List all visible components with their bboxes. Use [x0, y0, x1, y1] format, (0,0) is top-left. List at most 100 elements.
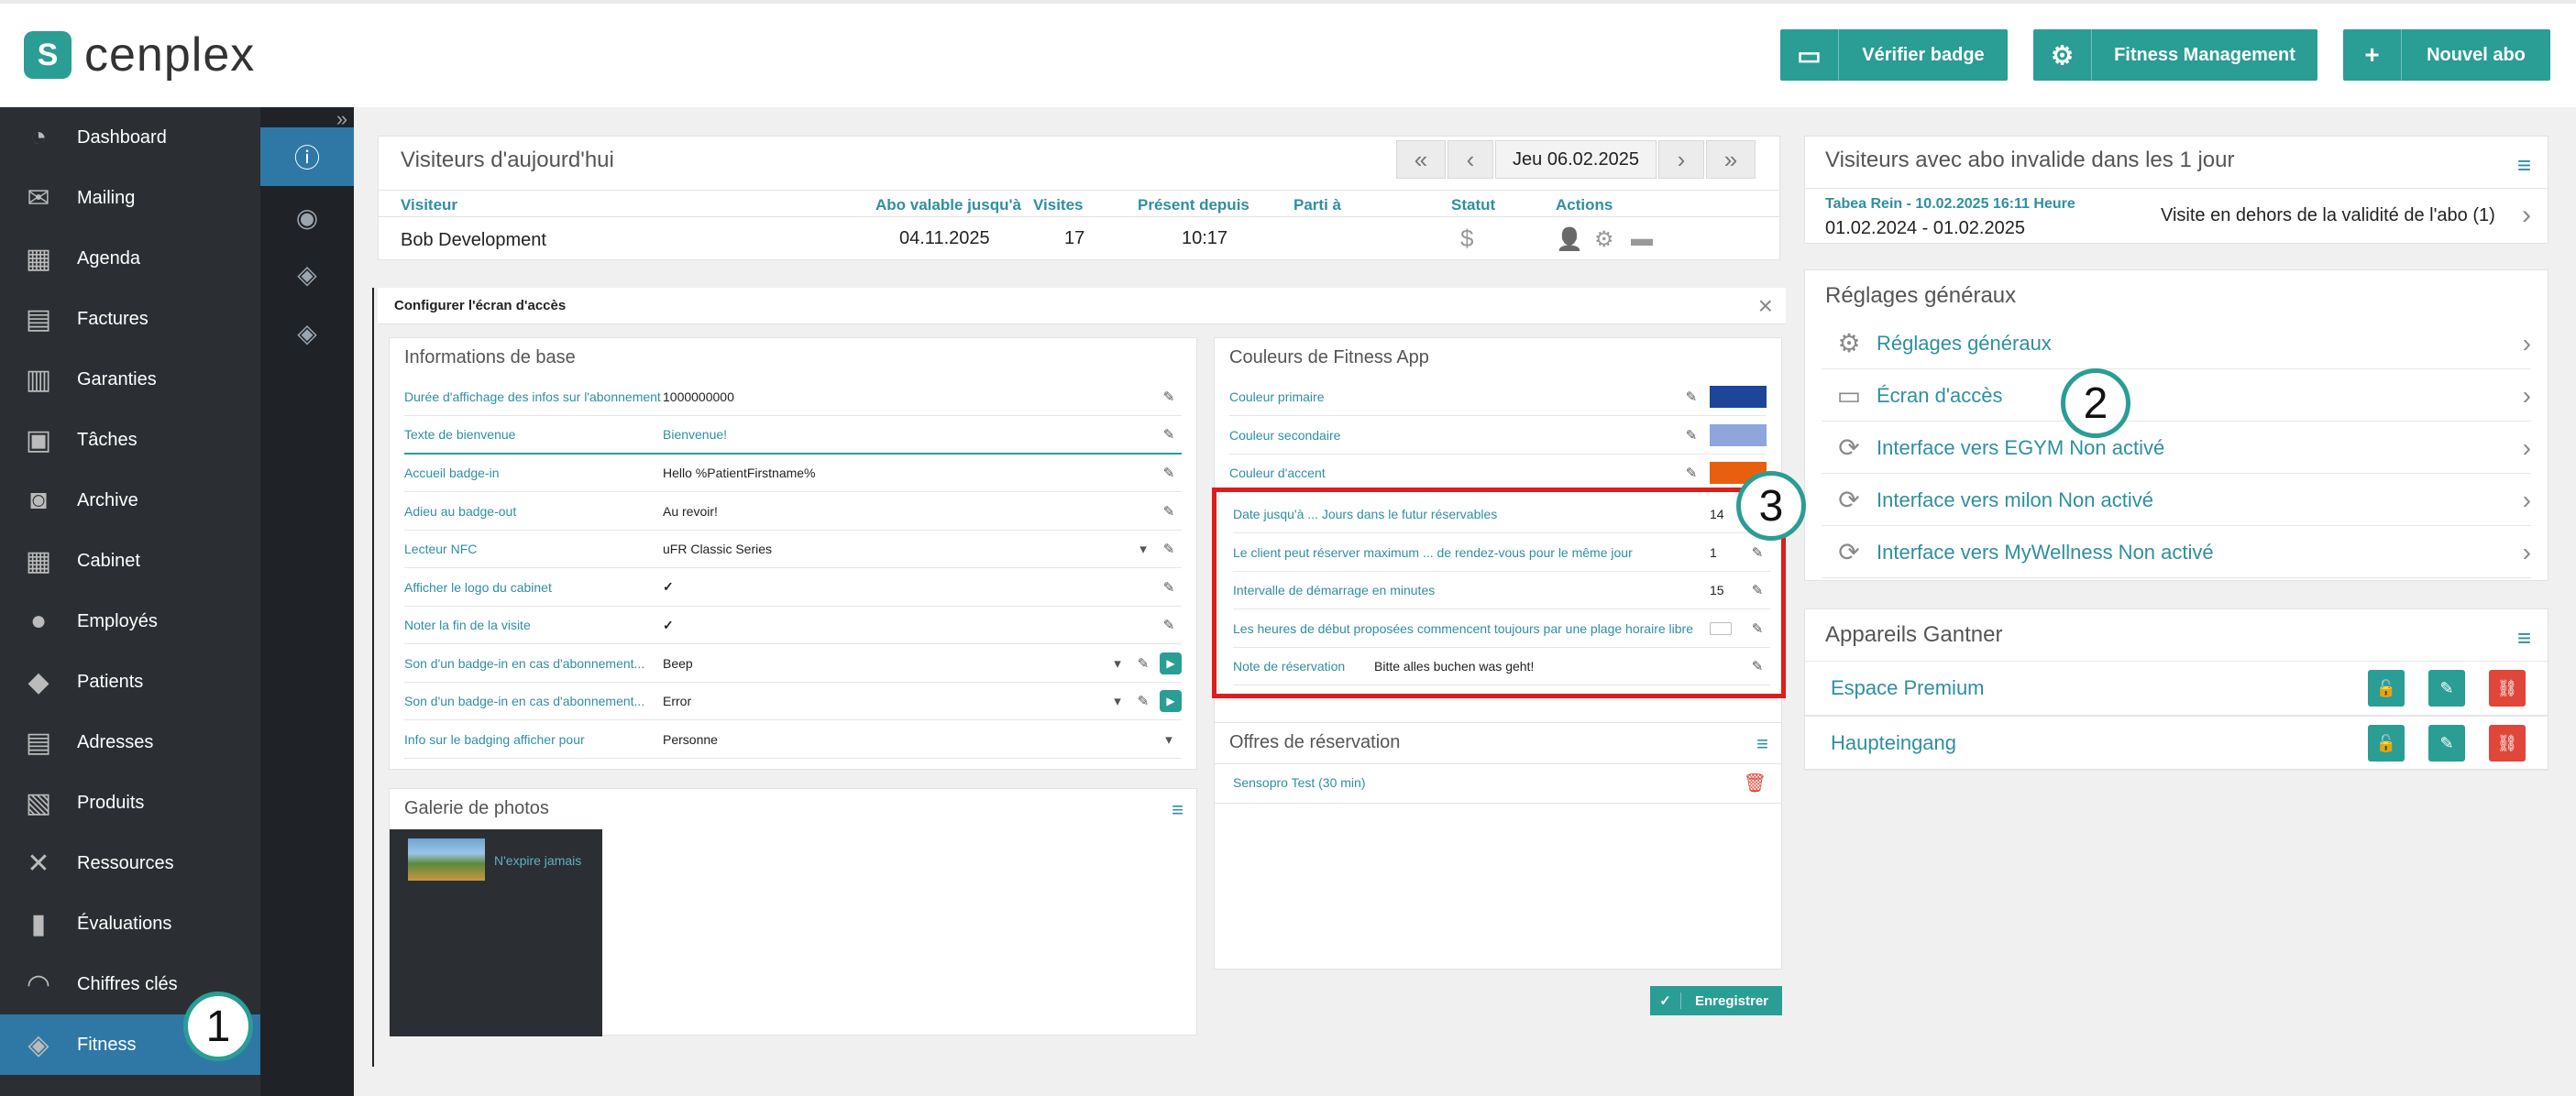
list-item[interactable]: Tabea Rein - 10.02.2025 16:11 Heure 01.0…	[1805, 188, 2548, 243]
color-row[interactable]: Couleur primaire ✎	[1229, 378, 1767, 416]
pencil-icon[interactable]: ✎	[1156, 426, 1182, 443]
visitor-name[interactable]: Bob Development	[401, 230, 546, 251]
basic-info-row[interactable]: Texte de bienvenue Bienvenue! ✎	[404, 417, 1182, 455]
pencil-icon[interactable]: ✎	[1679, 427, 1704, 444]
pencil-icon[interactable]: ✎	[1156, 579, 1182, 596]
sidebar-item-mailing[interactable]: ✉ Mailing	[0, 168, 260, 228]
lock-icon[interactable]: 🔓	[2368, 725, 2405, 762]
col-actions[interactable]: Actions	[1556, 196, 1613, 214]
sidebar-item-factures[interactable]: ▤ Factures	[0, 289, 260, 349]
setting-value[interactable]: uFR Classic Series	[663, 542, 1130, 556]
sidebar-item-produits[interactable]: ▧ Produits	[0, 773, 260, 833]
menu-icon[interactable]: ≡	[2517, 151, 2531, 180]
basic-info-row[interactable]: Son d'un badge-in en cas d'abonnement...…	[404, 645, 1182, 683]
col-left-at[interactable]: Parti à	[1294, 196, 1341, 214]
chevron-right-icon[interactable]: ›	[2523, 538, 2531, 567]
chevron-right-icon[interactable]: ›	[2523, 329, 2531, 358]
booking-setting-row[interactable]: Date jusqu'à ... Jours dans le futur rés…	[1233, 496, 1770, 533]
basic-info-row[interactable]: Accueil badge-in Hello %PatientFirstname%…	[404, 455, 1182, 492]
basic-info-row[interactable]: Durée d'affichage des infos sur l'abonne…	[404, 378, 1182, 416]
close-icon[interactable]: ×	[1758, 291, 1773, 321]
pencil-icon[interactable]: ✎	[1745, 582, 1770, 598]
basic-info-row[interactable]: Adieu au badge-out Au revoir! ✎	[404, 493, 1182, 531]
booking-setting-value[interactable]: 15	[1710, 583, 1745, 597]
color-row[interactable]: Couleur d'accent ✎	[1229, 455, 1767, 492]
shield-icon[interactable]: ◈	[260, 245, 354, 303]
basic-info-row[interactable]: Lecteur NFC uFR Classic Series ▾ ✎	[404, 531, 1182, 568]
color-swatch[interactable]	[1710, 386, 1767, 408]
photo-item[interactable]: N'expire jamais	[390, 829, 602, 1036]
chevron-right-icon[interactable]: ›	[2522, 200, 2531, 231]
previous-day-button[interactable]: ‹	[1448, 140, 1493, 179]
setting-value[interactable]: Bienvenue!	[663, 427, 1156, 442]
basic-info-row[interactable]: Afficher le logo du cabinet ✓ ✎	[404, 569, 1182, 607]
booking-setting-row[interactable]: Intervalle de démarrage en minutes 15 ✎	[1233, 572, 1770, 609]
chevron-right-icon[interactable]: ›	[2523, 381, 2531, 411]
pencil-icon[interactable]: ✎	[1745, 544, 1770, 561]
fitness-management-button[interactable]: ⚙ Fitness Management	[2033, 29, 2317, 81]
device-name[interactable]: Haupteingang	[1805, 731, 2368, 755]
edit-icon[interactable]: ✎	[2428, 670, 2465, 707]
info-icon[interactable]: ⓘ	[260, 127, 354, 186]
gantner-device-row[interactable]: Espace Premium 🔓 ✎ ⛓	[1805, 661, 2548, 716]
unlink-icon[interactable]: ⛓	[2489, 670, 2526, 707]
gallery-menu-icon[interactable]: ≡	[1172, 798, 1183, 822]
basic-info-row[interactable]: Noter la fin de la visite ✓ ✎	[404, 607, 1182, 644]
setting-value[interactable]: Hello %PatientFirstname%	[663, 466, 1156, 480]
sidebar-item-t-ches[interactable]: ▣ Tâches	[0, 410, 260, 470]
edit-icon[interactable]: ✎	[2428, 725, 2465, 762]
setting-value[interactable]: ✓	[663, 579, 1156, 595]
general-settings-link[interactable]: ⟳ Interface vers EGYM Non activé ›	[1822, 422, 2531, 474]
sidebar-item-patients[interactable]: ◆ Patients	[0, 652, 260, 712]
sidebar-item-archive[interactable]: ◙ Archive	[0, 470, 260, 531]
play-sound-icon[interactable]: ▶	[1160, 652, 1182, 674]
setting-value[interactable]: Au revoir!	[663, 504, 1156, 519]
device-name[interactable]: Espace Premium	[1805, 676, 2368, 700]
sidebar-item-ressources[interactable]: ✕ Ressources	[0, 833, 260, 893]
pencil-icon[interactable]: ✎	[1679, 389, 1704, 405]
booking-setting-value[interactable]: 1	[1710, 545, 1745, 560]
booking-setting-row[interactable]: Note de réservation Bitte alles buchen wa…	[1233, 648, 1770, 685]
save-button[interactable]: ✓ Enregistrer	[1650, 986, 1782, 1015]
play-sound-icon[interactable]: ▶	[1160, 690, 1182, 712]
last-page-button[interactable]: »	[1706, 140, 1756, 179]
setting-link-label[interactable]: Écran d'accès	[1877, 384, 2523, 408]
pencil-icon[interactable]: ✎	[1745, 620, 1770, 637]
offers-menu-icon[interactable]: ≡	[1756, 732, 1768, 756]
setting-link-label[interactable]: Interface vers milon Non activé	[1877, 488, 2523, 512]
sidebar-item-adresses[interactable]: ▤ Adresses	[0, 712, 260, 773]
verify-badge-button[interactable]: ▭ Vérifier badge	[1780, 29, 2008, 81]
expand-icon[interactable]: »	[330, 107, 354, 130]
pencil-icon[interactable]: ✎	[1156, 465, 1182, 481]
sidebar-item-dashboard[interactable]: ◔ Dashboard	[0, 107, 260, 168]
eye-icon[interactable]: ◉	[260, 188, 354, 247]
sidebar-item-employ-s[interactable]: ● Employés	[0, 591, 260, 652]
booking-setting-value[interactable]: Bitte alles buchen was geht!	[1374, 659, 1745, 674]
setting-link-label[interactable]: Interface vers MyWellness Non activé	[1877, 541, 2523, 564]
setting-value[interactable]: Personne	[663, 732, 1156, 747]
chevron-down-icon[interactable]: ▾	[1156, 731, 1182, 748]
pencil-icon[interactable]: ✎	[1156, 541, 1182, 557]
setting-link-label[interactable]: Interface vers EGYM Non activé	[1877, 436, 2523, 460]
pencil-icon[interactable]: ✎	[1156, 503, 1182, 520]
app-logo[interactable]: S cenplex	[24, 27, 255, 82]
offer-label[interactable]: Sensopro Test (30 min)	[1233, 775, 1365, 790]
col-visitor[interactable]: Visiteur	[401, 196, 457, 214]
sidebar-item-agenda[interactable]: ▦ Agenda	[0, 228, 260, 289]
pencil-icon[interactable]: ✎	[1156, 617, 1182, 633]
person-icon[interactable]: 👤	[1556, 226, 1583, 253]
gantner-device-row[interactable]: Haupteingang 🔓 ✎ ⛓	[1805, 716, 2548, 771]
lock-icon[interactable]: 🔓	[2368, 670, 2405, 707]
setting-link-label[interactable]: Réglages généraux	[1877, 332, 2523, 356]
color-swatch[interactable]	[1710, 423, 1767, 446]
invalid-entry-link[interactable]: Tabea Rein - 10.02.2025 16:11 Heure	[1825, 196, 2075, 213]
setting-value[interactable]: ✓	[663, 618, 1156, 633]
badge-icon[interactable]: ⚙	[1594, 226, 1614, 253]
chevron-down-icon[interactable]: ▾	[1130, 541, 1156, 557]
col-visits[interactable]: Visites	[1033, 196, 1084, 214]
chevron-down-icon[interactable]: ▾	[1105, 693, 1130, 709]
trash-icon[interactable]: 🗑	[1744, 772, 1767, 795]
color-row[interactable]: Couleur secondaire ✎	[1229, 417, 1767, 455]
chevron-right-icon[interactable]: ›	[2523, 433, 2531, 463]
chevron-right-icon[interactable]: ›	[2523, 486, 2531, 515]
